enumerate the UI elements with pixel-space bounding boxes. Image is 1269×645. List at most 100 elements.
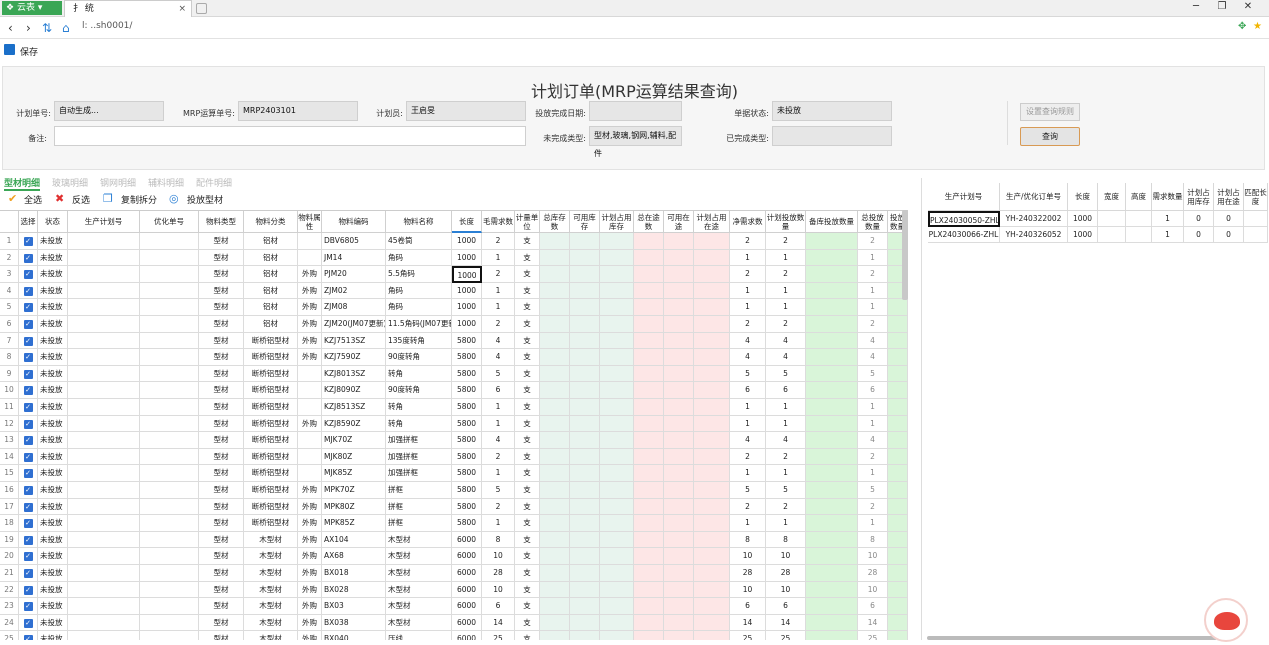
- remark-field[interactable]: [54, 126, 526, 146]
- row-checkbox[interactable]: ✓: [23, 618, 33, 628]
- row-checkbox[interactable]: ✓: [23, 336, 33, 346]
- detail-cell[interactable]: 1: [1152, 211, 1184, 227]
- table-cell[interactable]: ✓: [19, 233, 38, 250]
- row-checkbox[interactable]: ✓: [23, 436, 33, 446]
- row-checkbox[interactable]: ✓: [23, 237, 33, 246]
- table-cell[interactable]: ✓: [19, 332, 38, 350]
- tab-3[interactable]: 辅料明细: [148, 176, 184, 189]
- table-cell[interactable]: ✓: [19, 299, 38, 316]
- mrp-no-field[interactable]: MRP2403101: [238, 101, 358, 121]
- row-checkbox[interactable]: ✓: [23, 569, 33, 578]
- detail-cell[interactable]: [1244, 211, 1268, 227]
- forward-icon[interactable]: ›: [26, 21, 31, 35]
- table-cell[interactable]: ✓: [19, 432, 38, 449]
- select-all-button[interactable]: 全选: [24, 193, 42, 206]
- assistant-mascot[interactable]: [1204, 598, 1248, 642]
- release-profile-button[interactable]: 投放型材: [187, 193, 223, 206]
- detail-cell[interactable]: 1: [1152, 227, 1184, 243]
- row-checkbox[interactable]: ✓: [23, 535, 33, 545]
- row-checkbox[interactable]: ✓: [23, 469, 33, 479]
- detail-cell[interactable]: 0: [1214, 211, 1244, 227]
- table-cell[interactable]: ✓: [19, 282, 38, 300]
- detail-horizontal-scrollbar[interactable]: [927, 636, 1217, 640]
- url-input[interactable]: l: ..sh0001/: [82, 21, 132, 31]
- detail-cell[interactable]: YH-240322002: [1000, 211, 1068, 227]
- detail-cell[interactable]: 1000: [1068, 211, 1098, 227]
- table-cell[interactable]: ✓: [19, 565, 38, 582]
- table-cell[interactable]: ✓: [19, 382, 38, 399]
- extension-icon[interactable]: ✥: [1238, 21, 1246, 32]
- detail-cell[interactable]: [1244, 227, 1268, 243]
- row-checkbox[interactable]: ✓: [23, 486, 33, 495]
- minimize-icon[interactable]: ─: [1188, 1, 1204, 12]
- row-checkbox[interactable]: ✓: [23, 386, 33, 396]
- table-cell[interactable]: ✓: [19, 349, 38, 366]
- detail-cell[interactable]: YH-240326052: [1000, 227, 1068, 243]
- table-cell[interactable]: ✓: [19, 482, 38, 499]
- star-icon[interactable]: ★: [1253, 21, 1262, 32]
- home-icon[interactable]: ⌂: [62, 21, 70, 35]
- save-icon[interactable]: [4, 44, 15, 55]
- plan-no-field[interactable]: 自动生成...: [54, 101, 164, 121]
- table-cell[interactable]: ✓: [19, 415, 38, 433]
- finish-date-field[interactable]: [589, 101, 682, 121]
- planner-field[interactable]: 王启旻: [406, 101, 526, 121]
- unfinished-type-field[interactable]: 型材,玻璃,钢网,辅料,配件: [589, 126, 682, 158]
- row-checkbox[interactable]: ✓: [23, 635, 33, 640]
- tab-2[interactable]: 钢网明细: [100, 176, 136, 189]
- row-checkbox[interactable]: ✓: [23, 519, 33, 529]
- table-cell[interactable]: ✓: [19, 266, 38, 283]
- detail-cell[interactable]: [1098, 227, 1126, 243]
- invert-selection-button[interactable]: 反选: [72, 193, 90, 206]
- detail-cell[interactable]: [1126, 211, 1152, 227]
- detail-cell[interactable]: 0: [1214, 227, 1244, 243]
- row-checkbox[interactable]: ✓: [23, 585, 33, 595]
- detail-cell[interactable]: 0: [1184, 211, 1214, 227]
- grid-vertical-scrollbar[interactable]: [902, 210, 908, 300]
- table-cell[interactable]: ✓: [19, 581, 38, 599]
- brand-tab[interactable]: ❖ 云表 ▾: [2, 1, 62, 15]
- close-window-icon[interactable]: ✕: [1240, 1, 1256, 12]
- row-checkbox[interactable]: ✓: [23, 353, 33, 363]
- maximize-icon[interactable]: ❐: [1214, 1, 1230, 12]
- set-query-rules-button[interactable]: 设置查询规则: [1020, 103, 1080, 121]
- row-checkbox[interactable]: ✓: [23, 419, 33, 429]
- row-checkbox[interactable]: ✓: [23, 452, 33, 462]
- table-cell[interactable]: ✓: [19, 631, 38, 640]
- new-tab-button[interactable]: [196, 3, 207, 14]
- detail-cell[interactable]: [1098, 211, 1126, 227]
- table-cell[interactable]: ✓: [19, 548, 38, 565]
- detail-cell[interactable]: 1000: [1068, 227, 1098, 243]
- finished-type-field[interactable]: [772, 126, 892, 146]
- back-icon[interactable]: ‹: [8, 21, 13, 35]
- tab-1[interactable]: 玻璃明细: [52, 176, 88, 189]
- table-cell[interactable]: ✓: [19, 316, 38, 333]
- tab-4[interactable]: 配件明细: [196, 176, 232, 189]
- row-checkbox[interactable]: ✓: [23, 502, 33, 512]
- table-cell[interactable]: ✓: [19, 598, 38, 615]
- table-cell[interactable]: ✓: [19, 448, 38, 466]
- close-tab-icon[interactable]: ×: [178, 1, 186, 17]
- detail-cell[interactable]: [1126, 227, 1152, 243]
- detail-cell[interactable]: PLX24030050-ZHL: [928, 211, 1000, 227]
- status-field[interactable]: 未投放: [772, 101, 892, 121]
- table-cell[interactable]: ✓: [19, 498, 38, 516]
- detail-cell[interactable]: 0: [1184, 227, 1214, 243]
- table-cell[interactable]: ✓: [19, 399, 38, 416]
- query-button[interactable]: 查询: [1020, 127, 1080, 146]
- browser-tab[interactable]: 扌 统 ×: [64, 0, 192, 17]
- copy-split-button[interactable]: 复制拆分: [121, 193, 157, 206]
- row-checkbox[interactable]: ✓: [23, 369, 33, 379]
- detail-cell[interactable]: PLX24030066-ZHL: [928, 227, 1000, 243]
- row-checkbox[interactable]: ✓: [23, 253, 33, 263]
- save-button[interactable]: 保存: [20, 45, 38, 58]
- table-cell[interactable]: ✓: [19, 614, 38, 632]
- row-checkbox[interactable]: ✓: [23, 270, 33, 280]
- tab-0[interactable]: 型材明细: [4, 176, 41, 191]
- refresh-icon[interactable]: ⇅: [42, 21, 52, 35]
- row-checkbox[interactable]: ✓: [23, 303, 33, 313]
- row-checkbox[interactable]: ✓: [23, 320, 33, 329]
- table-cell[interactable]: ✓: [19, 365, 38, 383]
- row-checkbox[interactable]: ✓: [23, 403, 33, 412]
- row-checkbox[interactable]: ✓: [23, 552, 33, 562]
